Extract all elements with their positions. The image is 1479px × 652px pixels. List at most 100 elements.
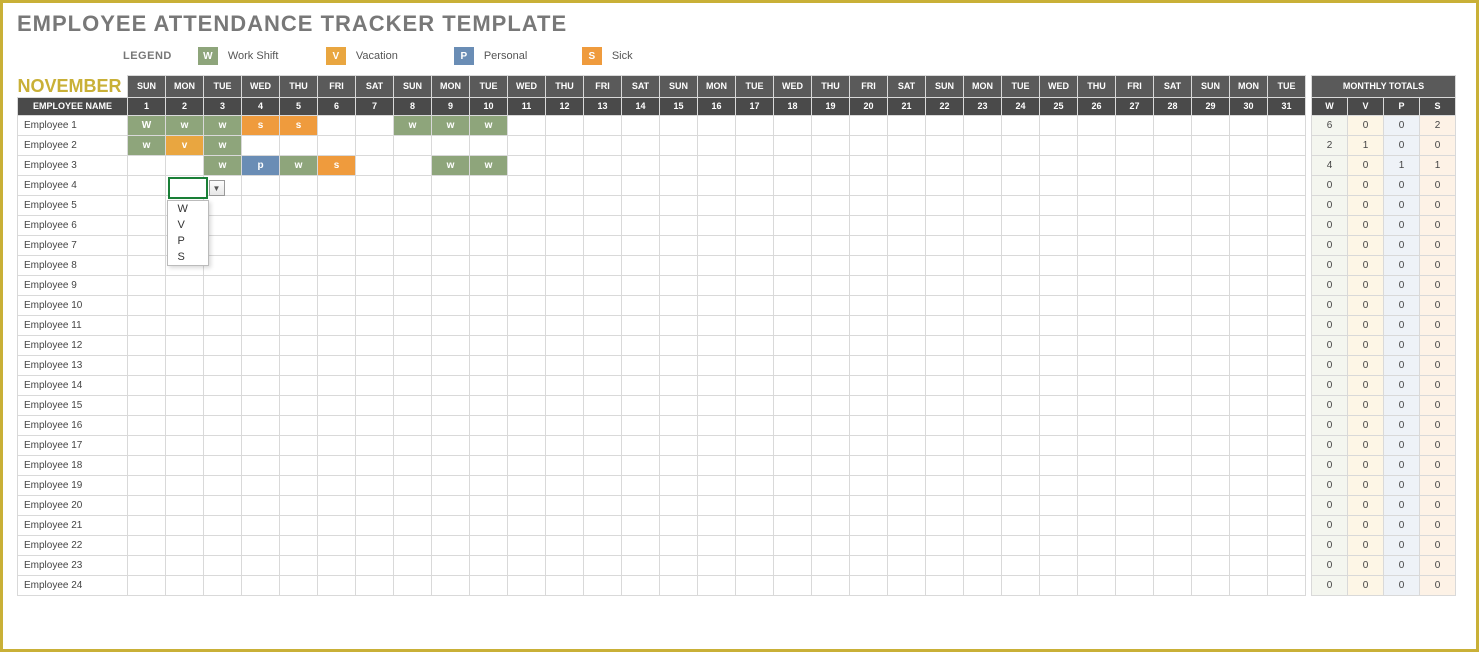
attendance-cell[interactable]: w: [204, 115, 242, 135]
attendance-cell[interactable]: [204, 315, 242, 335]
attendance-cell[interactable]: [1116, 355, 1154, 375]
attendance-cell[interactable]: [774, 175, 812, 195]
attendance-cell[interactable]: [204, 415, 242, 435]
attendance-cell[interactable]: [394, 415, 432, 435]
attendance-cell[interactable]: [774, 155, 812, 175]
attendance-cell[interactable]: [204, 255, 242, 275]
attendance-cell[interactable]: [964, 575, 1002, 595]
attendance-cell[interactable]: [1154, 395, 1192, 415]
attendance-cell[interactable]: [356, 355, 394, 375]
attendance-cell[interactable]: [432, 295, 470, 315]
attendance-cell[interactable]: [128, 575, 166, 595]
attendance-cell[interactable]: [1078, 375, 1116, 395]
attendance-cell[interactable]: [736, 395, 774, 415]
attendance-cell[interactable]: w: [470, 115, 508, 135]
attendance-cell[interactable]: [1154, 495, 1192, 515]
attendance-cell[interactable]: [470, 435, 508, 455]
attendance-cell[interactable]: [318, 515, 356, 535]
attendance-cell[interactable]: [698, 415, 736, 435]
attendance-cell[interactable]: [964, 415, 1002, 435]
employee-name-cell[interactable]: Employee 7: [18, 235, 128, 255]
attendance-cell[interactable]: [622, 235, 660, 255]
attendance-cell[interactable]: [280, 535, 318, 555]
attendance-cell[interactable]: [356, 495, 394, 515]
attendance-cell[interactable]: W: [128, 115, 166, 135]
attendance-cell[interactable]: [964, 315, 1002, 335]
attendance-cell[interactable]: [584, 135, 622, 155]
attendance-cell[interactable]: [964, 115, 1002, 135]
attendance-cell[interactable]: [318, 335, 356, 355]
attendance-cell[interactable]: [1154, 275, 1192, 295]
attendance-cell[interactable]: [1040, 515, 1078, 535]
attendance-cell[interactable]: [1002, 435, 1040, 455]
attendance-cell[interactable]: [1230, 295, 1268, 315]
attendance-cell[interactable]: [394, 295, 432, 315]
attendance-cell[interactable]: [622, 175, 660, 195]
attendance-cell[interactable]: [698, 295, 736, 315]
attendance-cell[interactable]: [584, 495, 622, 515]
attendance-cell[interactable]: [318, 295, 356, 315]
attendance-cell[interactable]: [1154, 115, 1192, 135]
attendance-cell[interactable]: [1078, 235, 1116, 255]
attendance-cell[interactable]: [660, 415, 698, 435]
attendance-cell[interactable]: [1192, 275, 1230, 295]
employee-name-cell[interactable]: Employee 22: [18, 535, 128, 555]
attendance-cell[interactable]: [622, 575, 660, 595]
attendance-cell[interactable]: [242, 135, 280, 155]
attendance-cell[interactable]: [1116, 395, 1154, 415]
attendance-cell[interactable]: [660, 395, 698, 415]
attendance-cell[interactable]: [394, 535, 432, 555]
attendance-cell[interactable]: [964, 335, 1002, 355]
attendance-cell[interactable]: [470, 175, 508, 195]
attendance-cell[interactable]: [698, 115, 736, 135]
attendance-cell[interactable]: [926, 515, 964, 535]
attendance-cell[interactable]: p: [242, 155, 280, 175]
attendance-cell[interactable]: [1268, 535, 1306, 555]
attendance-cell[interactable]: [964, 175, 1002, 195]
attendance-cell[interactable]: [736, 255, 774, 275]
attendance-cell[interactable]: [508, 555, 546, 575]
attendance-cell[interactable]: [1116, 115, 1154, 135]
employee-name-cell[interactable]: Employee 11: [18, 315, 128, 335]
attendance-cell[interactable]: [622, 455, 660, 475]
dropdown-option[interactable]: W: [168, 201, 208, 217]
attendance-cell[interactable]: [128, 475, 166, 495]
attendance-cell[interactable]: [850, 115, 888, 135]
attendance-cell[interactable]: [242, 275, 280, 295]
attendance-cell[interactable]: [356, 435, 394, 455]
attendance-cell[interactable]: [242, 455, 280, 475]
attendance-cell[interactable]: [812, 355, 850, 375]
attendance-cell[interactable]: [1268, 195, 1306, 215]
attendance-cell[interactable]: [128, 235, 166, 255]
attendance-cell[interactable]: [1268, 175, 1306, 195]
attendance-cell[interactable]: [1078, 175, 1116, 195]
attendance-cell[interactable]: [888, 495, 926, 515]
attendance-cell[interactable]: [128, 495, 166, 515]
attendance-cell[interactable]: [508, 295, 546, 315]
attendance-cell[interactable]: [166, 435, 204, 455]
attendance-cell[interactable]: [1116, 195, 1154, 215]
attendance-cell[interactable]: [584, 175, 622, 195]
attendance-cell[interactable]: [280, 275, 318, 295]
attendance-cell[interactable]: [508, 395, 546, 415]
attendance-cell[interactable]: [964, 235, 1002, 255]
attendance-cell[interactable]: [318, 435, 356, 455]
attendance-cell[interactable]: [774, 575, 812, 595]
attendance-cell[interactable]: [318, 475, 356, 495]
attendance-cell[interactable]: [850, 435, 888, 455]
attendance-cell[interactable]: [242, 255, 280, 275]
attendance-cell[interactable]: [888, 575, 926, 595]
attendance-cell[interactable]: [926, 535, 964, 555]
attendance-cell[interactable]: [622, 215, 660, 235]
attendance-cell[interactable]: [698, 375, 736, 395]
attendance-cell[interactable]: [242, 535, 280, 555]
attendance-cell[interactable]: [1040, 575, 1078, 595]
attendance-cell[interactable]: [546, 295, 584, 315]
attendance-cell[interactable]: [622, 315, 660, 335]
attendance-cell[interactable]: [280, 195, 318, 215]
attendance-cell[interactable]: [774, 455, 812, 475]
attendance-cell[interactable]: [1040, 315, 1078, 335]
employee-name-cell[interactable]: Employee 14: [18, 375, 128, 395]
attendance-cell[interactable]: [508, 155, 546, 175]
attendance-cell[interactable]: [1230, 395, 1268, 415]
